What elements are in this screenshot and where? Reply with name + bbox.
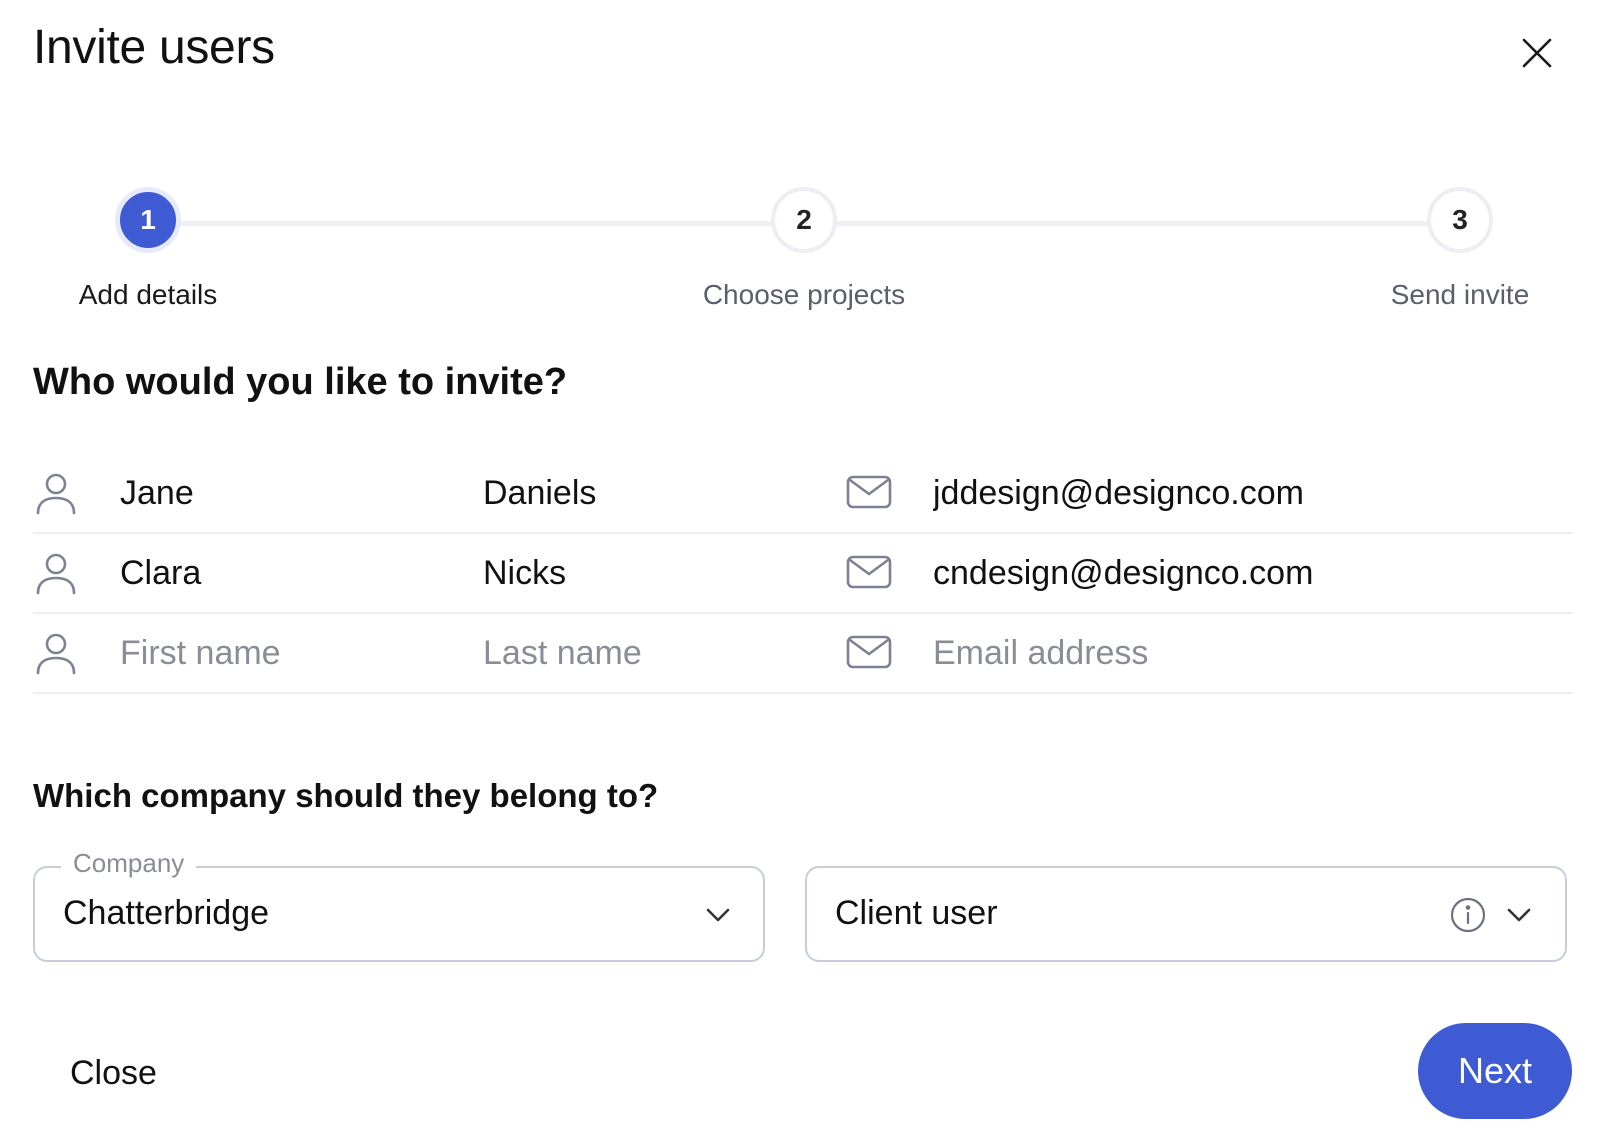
step-1-label: Add details <box>78 279 218 310</box>
email-field[interactable] <box>933 468 1553 518</box>
person-icon <box>33 630 79 676</box>
person-icon <box>33 470 79 516</box>
mail-icon <box>846 470 892 516</box>
company-select-value: Chatterbridge <box>63 894 270 932</box>
invitee-row <box>33 454 1573 534</box>
step-2-label: Choose projects <box>702 279 906 310</box>
person-icon <box>33 550 79 596</box>
chevron-down-icon <box>703 900 733 930</box>
step-2-indicator: 2 <box>771 187 837 253</box>
first-name-field[interactable] <box>120 548 450 598</box>
info-icon[interactable] <box>1449 896 1487 934</box>
close-icon[interactable] <box>1520 36 1554 70</box>
invite-users-dialog: Invite users 1 2 3 Add details Choose pr… <box>0 0 1600 1143</box>
role-select-value: Client user <box>835 894 998 932</box>
company-select[interactable]: Company Chatterbridge <box>33 848 765 962</box>
invitee-row <box>33 534 1573 614</box>
mail-icon <box>846 550 892 596</box>
email-field[interactable] <box>933 628 1553 678</box>
chevron-down-icon <box>1504 900 1534 930</box>
mail-icon <box>846 630 892 676</box>
first-name-field[interactable] <box>120 628 450 678</box>
close-button[interactable]: Close <box>60 1045 167 1101</box>
last-name-field[interactable] <box>483 468 813 518</box>
step-3-label: Send invite <box>1390 279 1530 310</box>
step-3-indicator: 3 <box>1427 187 1493 253</box>
invite-heading: Who would you like to invite? <box>33 361 568 403</box>
last-name-field[interactable] <box>483 628 813 678</box>
first-name-field[interactable] <box>120 468 450 518</box>
dialog-title: Invite users <box>33 21 275 74</box>
step-1-indicator: 1 <box>115 187 181 253</box>
next-button[interactable]: Next <box>1418 1023 1572 1119</box>
invitee-row <box>33 614 1573 694</box>
company-field-label: Company <box>61 848 197 879</box>
role-select[interactable]: Client user <box>805 866 1567 962</box>
last-name-field[interactable] <box>483 548 813 598</box>
company-heading: Which company should they belong to? <box>33 777 659 814</box>
email-field[interactable] <box>933 548 1553 598</box>
